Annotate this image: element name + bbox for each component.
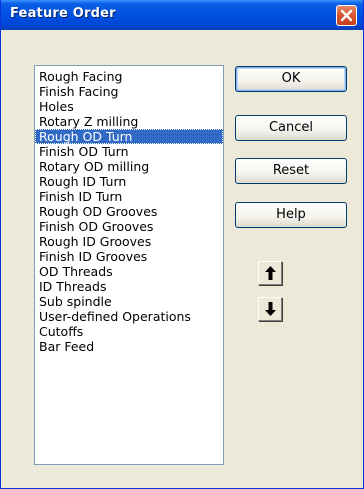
feature-list-item[interactable]: Rough ID Grooves — [35, 234, 223, 249]
feature-list-item[interactable]: OD Threads — [35, 264, 223, 279]
feature-list-item[interactable]: Cutoffs — [35, 324, 223, 339]
title-bar[interactable]: Feature Order — [1, 0, 363, 30]
cancel-button[interactable]: Cancel — [235, 115, 347, 141]
feature-list-item[interactable]: Rough OD Turn — [35, 129, 223, 144]
feature-list-item[interactable]: Holes — [35, 99, 223, 114]
feature-list-item[interactable]: Finish ID Grooves — [35, 249, 223, 264]
feature-list-item[interactable]: Rough Facing — [35, 69, 223, 84]
feature-order-listbox[interactable]: Rough Facing Finish Facing Holes Rotary Z m… — [34, 65, 224, 465]
feature-list-item[interactable]: ID Threads — [35, 279, 223, 294]
close-button[interactable] — [336, 5, 357, 26]
reset-button[interactable]: Reset — [235, 158, 347, 184]
feature-list-item[interactable]: Rotary OD milling — [35, 159, 223, 174]
feature-list-item[interactable]: Rotary Z milling — [35, 114, 223, 129]
feature-list-item[interactable]: Finish OD Grooves — [35, 219, 223, 234]
arrow-up-icon — [265, 266, 276, 280]
arrow-down-icon — [265, 302, 276, 316]
feature-list-item[interactable]: Bar Feed — [35, 339, 223, 354]
feature-list-item[interactable]: Rough ID Turn — [35, 174, 223, 189]
move-up-button[interactable] — [258, 261, 282, 285]
feature-order-dialog: Feature Order Rough Facing Finish Facing H… — [0, 0, 364, 489]
feature-list-item[interactable]: Finish Facing — [35, 84, 223, 99]
feature-list-item[interactable]: Finish ID Turn — [35, 189, 223, 204]
close-icon — [340, 9, 353, 22]
ok-button[interactable]: OK — [235, 66, 347, 92]
move-down-button[interactable] — [258, 297, 282, 321]
help-button[interactable]: Help — [235, 202, 347, 228]
feature-list-item[interactable]: Sub spindle — [35, 294, 223, 309]
feature-list-item[interactable]: Finish OD Turn — [35, 144, 223, 159]
dialog-title: Feature Order — [10, 6, 116, 21]
feature-list-item[interactable]: Rough OD Grooves — [35, 204, 223, 219]
feature-list-item[interactable]: User-defined Operations — [35, 309, 223, 324]
